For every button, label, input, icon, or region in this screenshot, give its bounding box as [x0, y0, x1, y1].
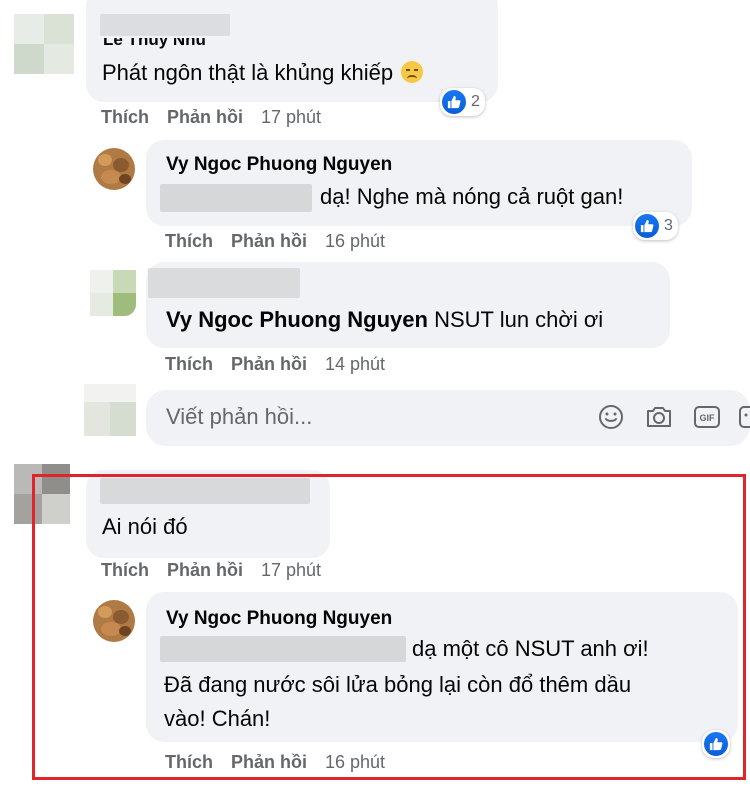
- mention-blur: [160, 184, 312, 212]
- svg-text:GIF: GIF: [700, 413, 716, 423]
- comment-text: dạ! Nghe mà nóng cả ruột gan!: [320, 184, 624, 209]
- reply-button[interactable]: Phản hồi: [231, 231, 307, 252]
- smiley-icon[interactable]: [598, 404, 624, 430]
- comment-text: Phát ngôn thật là khủng khiếp: [102, 58, 424, 88]
- reply-composer: Viết phản hồi... GIF: [0, 384, 750, 454]
- gif-icon[interactable]: GIF: [693, 404, 721, 430]
- camera-icon[interactable]: [645, 404, 673, 430]
- like-icon: [442, 90, 466, 114]
- reaction-count[interactable]: 2: [440, 88, 485, 116]
- comment-text: Vy Ngoc Phuong Nguyen NSUT lun chời ơi: [166, 307, 604, 332]
- comment-author[interactable]: Vy Ngoc Phuong Nguyen: [166, 154, 392, 176]
- like-button[interactable]: Thích: [101, 107, 149, 128]
- sticker-icon[interactable]: [738, 404, 750, 430]
- mention-link[interactable]: Vy Ngoc Phuong Nguyen: [166, 307, 428, 332]
- avatar[interactable]: [90, 270, 136, 316]
- reaction-count[interactable]: 3: [633, 212, 678, 240]
- comment-actions: Thích Phản hồi 17 phút: [101, 107, 339, 128]
- timestamp[interactable]: 14 phút: [325, 354, 385, 375]
- timestamp[interactable]: 16 phút: [325, 231, 385, 252]
- sad-emoji-icon: [401, 61, 424, 83]
- reply-button[interactable]: Phản hồi: [231, 354, 307, 375]
- comment-actions: Thích Phản hồi 14 phút: [165, 354, 403, 375]
- comment-actions: Thích Phản hồi 16 phút: [165, 231, 403, 252]
- reply-button[interactable]: Phản hồi: [167, 107, 243, 128]
- like-button[interactable]: Thích: [165, 354, 213, 375]
- reply-1-2: Vy Ngoc Phuong Nguyen NSUT lun chời ơi T…: [0, 262, 750, 382]
- highlight-frame: [32, 474, 746, 780]
- timestamp[interactable]: 17 phút: [261, 107, 321, 128]
- like-icon: [635, 214, 659, 238]
- reply-1-1: Vy Ngoc Phuong Nguyen dạ! Nghe mà nóng c…: [0, 140, 750, 260]
- avatar: [84, 384, 136, 436]
- avatar[interactable]: [14, 14, 74, 74]
- reply-placeholder: Viết phản hồi...: [166, 404, 313, 429]
- name-blur: [148, 268, 300, 298]
- avatar[interactable]: [93, 148, 135, 190]
- like-button[interactable]: Thích: [165, 231, 213, 252]
- name-blur: [100, 14, 230, 36]
- comment-1: Le Thuy Nhu Phát ngôn thật là khủng khiế…: [0, 0, 750, 140]
